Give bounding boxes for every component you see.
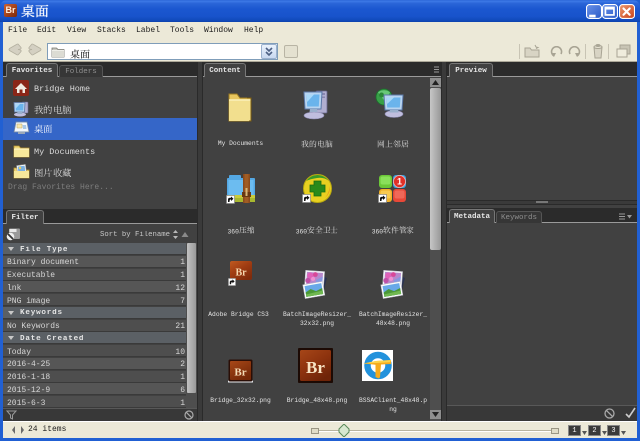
svg-text:1: 1 (397, 177, 402, 187)
svg-text:Br: Br (306, 358, 325, 377)
svg-text:Br: Br (235, 268, 247, 279)
svg-text:Br: Br (234, 367, 246, 379)
